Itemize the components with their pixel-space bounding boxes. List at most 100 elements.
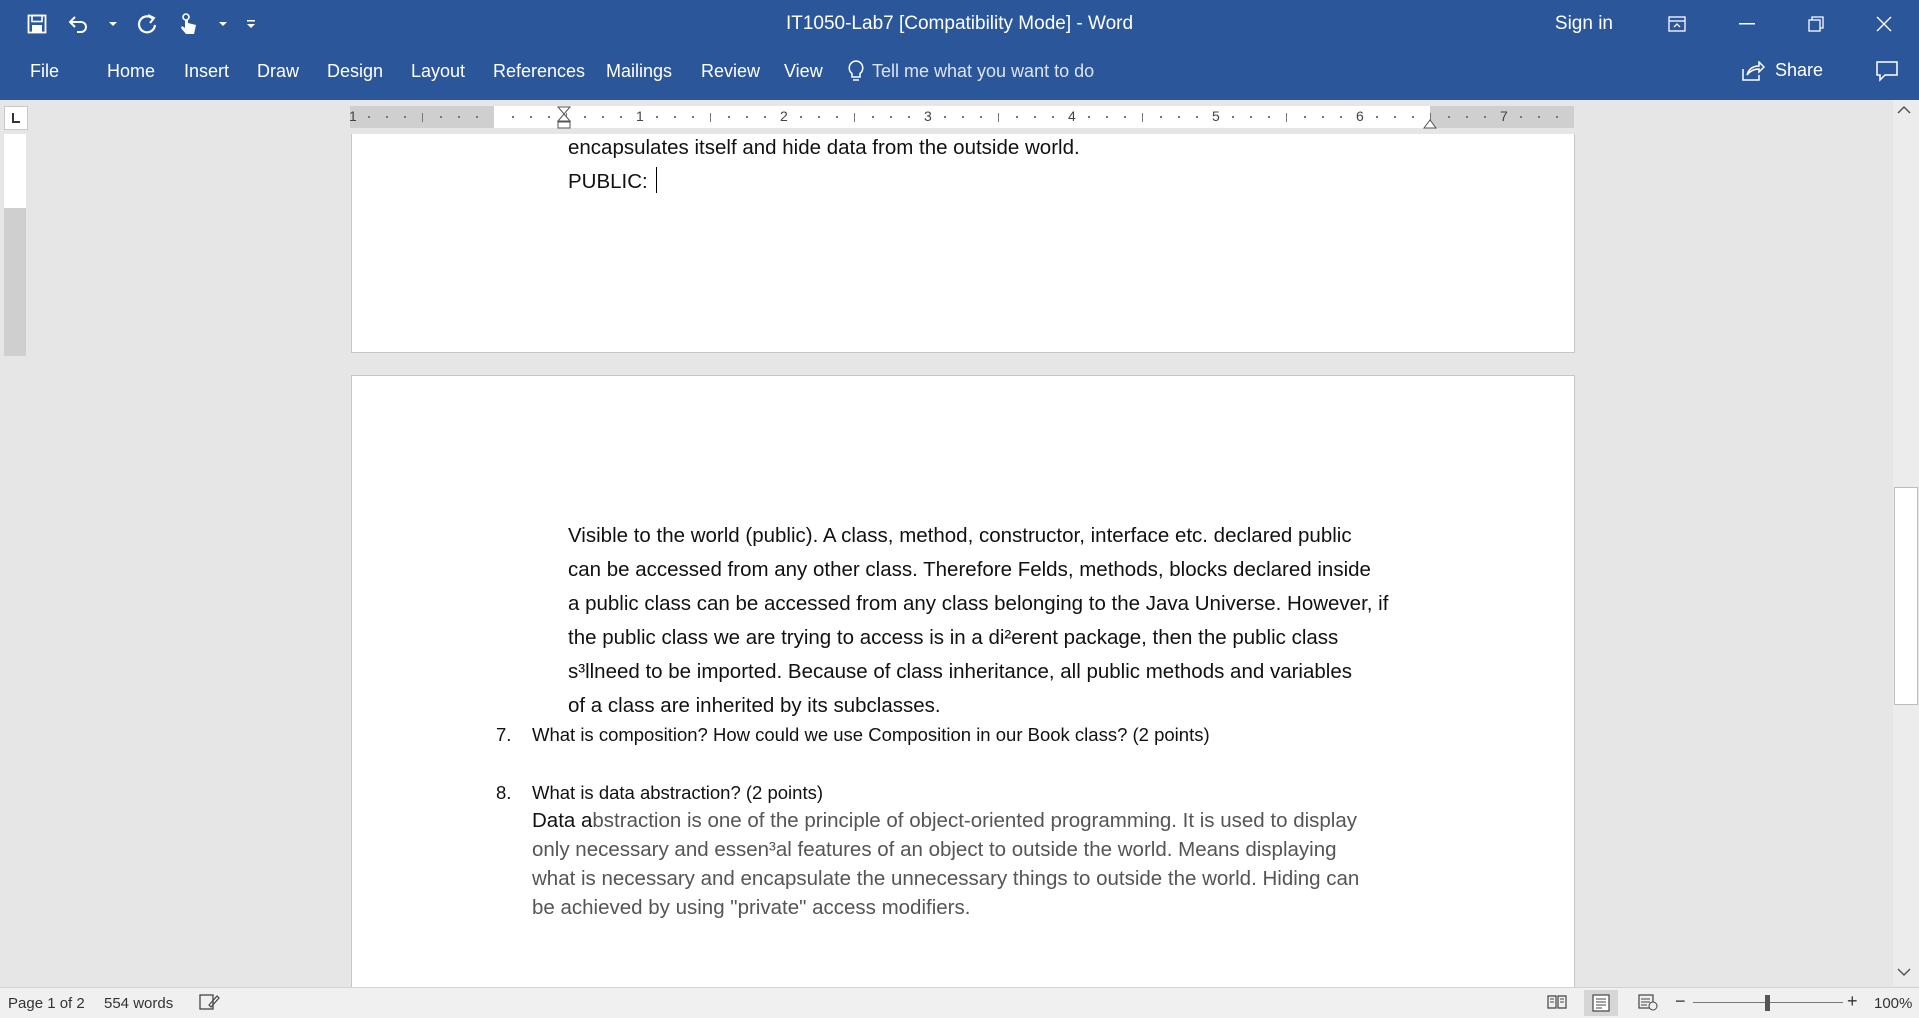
share-icon	[1742, 60, 1765, 81]
ruler-tick	[1232, 116, 1234, 118]
comments-icon[interactable]	[1875, 60, 1899, 87]
tab-insert[interactable]: Insert	[184, 61, 229, 82]
ruler-tick	[440, 116, 442, 118]
answer-line[interactable]: only necessary and essen³al features of …	[532, 835, 1359, 864]
ruler-tick	[1124, 116, 1126, 118]
document-line[interactable]: a public class can be accessed from any …	[568, 587, 1388, 621]
ruler-tick	[1340, 116, 1342, 118]
ruler-tick	[746, 116, 748, 118]
ruler-tick	[1160, 116, 1162, 118]
close-button[interactable]	[1849, 0, 1919, 48]
answer-line[interactable]: be achieved by using "private" access mo…	[532, 893, 1359, 922]
ruler-number: 1	[636, 108, 644, 124]
tab-draw[interactable]: Draw	[257, 61, 299, 82]
document-line[interactable]: encapsulates itself and hide data from t…	[568, 131, 1080, 165]
word-count[interactable]: 554 words	[104, 995, 173, 1012]
document-line[interactable]: s³llneed to be imported. Because of clas…	[568, 655, 1388, 689]
zoom-out-icon[interactable]: −	[1675, 991, 1686, 1012]
answer-lead: Data a	[532, 809, 593, 832]
scrollbar-thumb[interactable]	[1894, 487, 1918, 705]
ruler-tick	[1556, 116, 1558, 118]
vertical-scrollbar[interactable]	[1893, 100, 1919, 986]
ruler-tick	[890, 116, 892, 118]
restore-button[interactable]	[1781, 0, 1851, 48]
document-line[interactable]: the public class we are trying to access…	[568, 621, 1388, 655]
ruler-number: 5	[1212, 108, 1220, 124]
read-mode-icon[interactable]	[1547, 994, 1567, 1014]
scroll-down-icon[interactable]	[1897, 966, 1911, 980]
sign-in-link[interactable]: Sign in	[1555, 13, 1613, 35]
document-line[interactable]: Visible to the world (public). A class, …	[568, 519, 1388, 553]
ruler-tick	[602, 116, 604, 118]
minimize-button[interactable]	[1712, 0, 1782, 48]
right-indent-marker-icon[interactable]	[1422, 114, 1438, 130]
share-button[interactable]: Share	[1741, 60, 1823, 81]
ruler-tick	[386, 116, 388, 118]
share-label: Share	[1774, 60, 1823, 80]
zoom-in-icon[interactable]: +	[1847, 991, 1858, 1012]
answer-line[interactable]: what is necessary and encapsulate the un…	[532, 864, 1359, 893]
ruler-tick	[1268, 116, 1270, 118]
question-8[interactable]: What is data abstraction? (2 points)	[532, 782, 823, 804]
ruler-tick	[908, 116, 910, 118]
web-layout-icon[interactable]	[1638, 993, 1658, 1015]
document-page: encapsulates itself and hide data from t…	[351, 134, 1575, 353]
proofing-icon[interactable]	[198, 993, 220, 1015]
ruler-tick	[1034, 116, 1036, 118]
answer-line[interactable]: Data abstraction is one of the principle…	[532, 806, 1359, 835]
public-heading: PUBLIC:	[568, 170, 648, 193]
scroll-up-icon[interactable]	[1897, 104, 1911, 118]
ruler-tick	[1520, 116, 1522, 118]
tab-review[interactable]: Review	[701, 61, 760, 82]
ruler-tick	[800, 116, 802, 118]
ribbon-display-options-button[interactable]	[1642, 0, 1712, 48]
ruler-tick	[944, 116, 946, 118]
indent-marker-icon[interactable]	[556, 106, 572, 134]
zoom-slider-thumb[interactable]	[1765, 995, 1770, 1011]
tab-layout[interactable]: Layout	[411, 61, 465, 82]
ruler-tick	[1412, 116, 1414, 118]
lightbulb-icon	[848, 60, 864, 81]
ruler-tick	[656, 116, 658, 118]
ruler-tick	[584, 116, 586, 118]
ruler-tick	[1322, 116, 1324, 118]
zoom-level[interactable]: 100%	[1874, 995, 1912, 1012]
tell-me-search[interactable]: Tell me what you want to do	[848, 60, 1094, 82]
tab-mailings[interactable]: Mailings	[606, 61, 672, 82]
ruler-tick	[1376, 116, 1378, 118]
tab-selector[interactable]	[4, 106, 28, 130]
ruler-tick	[692, 116, 694, 118]
ruler-tick	[1016, 116, 1018, 118]
document-line[interactable]: can be accessed from any other class. Th…	[568, 553, 1388, 587]
ruler-tick	[1088, 116, 1090, 118]
tab-home[interactable]: Home	[107, 61, 155, 82]
tab-references[interactable]: References	[493, 61, 585, 82]
ribbon-tab-bar: File Home Insert Draw Design Layout Refe…	[0, 48, 1919, 100]
ruler-tick	[674, 116, 676, 118]
public-heading-line[interactable]: PUBLIC:	[568, 165, 1080, 199]
ruler-tick	[476, 116, 478, 118]
ruler-tick	[1250, 116, 1252, 118]
ruler-tick	[1052, 116, 1054, 118]
ruler-tick	[1466, 116, 1468, 118]
ruler-number: 4	[1068, 108, 1076, 124]
ruler-tick	[962, 116, 964, 118]
ruler-number: 6	[1356, 108, 1364, 124]
ruler-tick	[1286, 113, 1287, 122]
document-line[interactable]: of a class are inherited by its subclass…	[568, 689, 1388, 723]
ruler-tick	[1484, 116, 1486, 118]
question-7[interactable]: What is composition? How could we use Co…	[532, 724, 1210, 746]
ruler-tick	[512, 116, 514, 118]
tab-design[interactable]: Design	[327, 61, 383, 82]
tab-view[interactable]: View	[784, 61, 823, 82]
vertical-ruler[interactable]	[4, 134, 26, 356]
ruler-number: 1	[349, 108, 357, 124]
print-layout-icon[interactable]	[1584, 990, 1618, 1016]
ruler-tick	[854, 113, 855, 122]
page-count[interactable]: Page 1 of 2	[8, 995, 85, 1012]
tab-file[interactable]: File	[30, 61, 59, 82]
ruler-tick	[836, 116, 838, 118]
horizontal-ruler[interactable]: 1 1 2 3 4 5 6 7	[349, 106, 1574, 130]
ruler-tick	[980, 116, 982, 118]
tell-me-placeholder: Tell me what you want to do	[872, 60, 1095, 81]
